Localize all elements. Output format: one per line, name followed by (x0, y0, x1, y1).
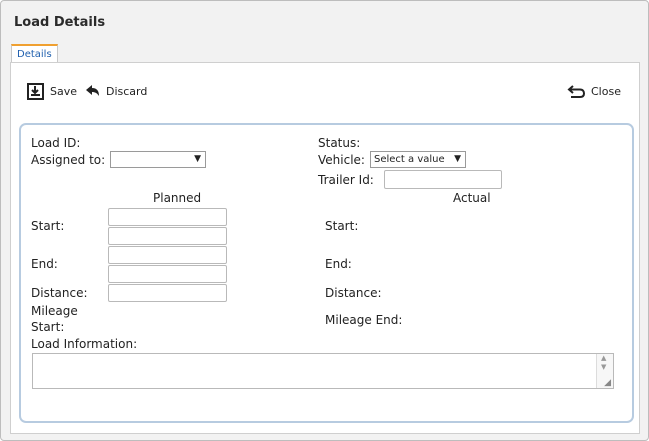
save-button[interactable]: Save (27, 83, 77, 100)
actual-start-label: Start: (325, 219, 359, 233)
planned-distance-input[interactable] (108, 284, 227, 302)
load-information-label: Load Information: (31, 337, 138, 351)
trailer-id-label: Trailer Id: (318, 173, 374, 187)
window-title: Load Details (14, 15, 106, 30)
planned-start-time-input[interactable] (108, 227, 227, 245)
close-button[interactable]: Close (567, 84, 621, 99)
scroll-down-icon[interactable]: ▼ (601, 363, 606, 371)
caret-down-icon: ▼ (454, 154, 461, 164)
load-details-window: Load Details Details Save Discard Close … (0, 0, 649, 441)
vehicle-select[interactable]: Select a value ▼ (370, 151, 466, 168)
actual-header: Actual (453, 191, 491, 205)
mileage-start-label-line1: Mileage (31, 304, 78, 318)
caret-down-icon: ▼ (194, 154, 201, 164)
scroll-up-icon[interactable]: ▲ (601, 354, 606, 362)
resize-handle-icon[interactable]: ◢ (604, 378, 611, 388)
planned-distance-label: Distance: (31, 286, 88, 300)
discard-button[interactable]: Discard (85, 84, 147, 98)
vehicle-value: Select a value (374, 154, 445, 165)
save-icon (27, 83, 44, 100)
trailer-id-input[interactable] (384, 170, 502, 189)
load-information-textarea[interactable]: ▲ ▼ ◢ (32, 353, 614, 389)
planned-end-time-input[interactable] (108, 265, 227, 283)
mileage-start-label-line2: Start: (31, 320, 65, 334)
load-id-label: Load ID: (31, 136, 81, 150)
tab-details[interactable]: Details (11, 44, 58, 64)
vehicle-label: Vehicle: (318, 153, 365, 167)
actual-end-label: End: (325, 257, 352, 271)
undo-arrow-icon (85, 84, 101, 98)
discard-label: Discard (106, 84, 148, 98)
planned-end-date-input[interactable] (108, 246, 227, 264)
planned-header: Planned (153, 191, 202, 205)
assigned-to-select[interactable]: ▼ (110, 151, 206, 168)
save-label: Save (50, 85, 78, 98)
load-form-panel: Load ID: Status: Assigned to: ▼ Vehicle:… (19, 123, 634, 423)
title-bar: Load Details (1, 1, 648, 39)
status-label: Status: (318, 136, 361, 150)
planned-start-label: Start: (31, 219, 65, 233)
actual-distance-label: Distance: (325, 286, 382, 300)
close-label: Close (591, 85, 621, 98)
planned-start-date-input[interactable] (108, 208, 227, 226)
assigned-to-label: Assigned to: (31, 153, 106, 167)
return-arrow-icon (567, 84, 586, 99)
planned-end-label: End: (31, 257, 58, 271)
mileage-end-label: Mileage End: (325, 313, 403, 327)
